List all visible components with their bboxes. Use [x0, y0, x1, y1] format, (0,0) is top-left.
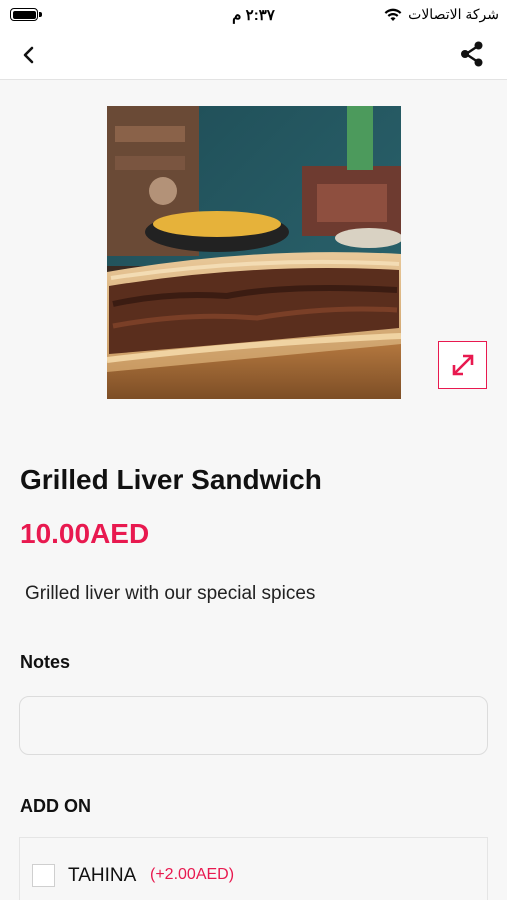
product-title: Grilled Liver Sandwich: [20, 464, 322, 495]
status-bar: ٢:٣٧ م شركة الاتصالات: [0, 0, 507, 30]
notes-input[interactable]: [19, 696, 488, 755]
back-button[interactable]: [14, 40, 44, 70]
share-icon: [461, 41, 483, 67]
product-price: 10.00AED: [20, 518, 150, 549]
chevron-left-icon: [23, 46, 34, 64]
expand-image-button[interactable]: [438, 341, 487, 389]
product-image: [107, 106, 401, 399]
carrier-info: شركة الاتصالات: [384, 6, 499, 23]
nav-bar: [0, 30, 507, 80]
notes-label: Notes: [20, 652, 71, 672]
wifi-icon: [384, 8, 402, 21]
addon-name: TAHINA: [68, 865, 137, 886]
expand-arrows-icon: [452, 354, 473, 376]
addon-section-label: ADD ON: [20, 796, 91, 816]
addon-list: TAHINA (+2.00AED): [19, 837, 488, 900]
share-button[interactable]: [457, 39, 487, 69]
addon-checkbox[interactable]: [32, 864, 55, 887]
product-description: Grilled liver with our special spices: [25, 583, 316, 604]
addon-price: (+2.00AED): [150, 866, 235, 883]
addon-item-tahina[interactable]: TAHINA (+2.00AED): [20, 838, 487, 900]
carrier-name: شركة الاتصالات: [408, 6, 499, 22]
